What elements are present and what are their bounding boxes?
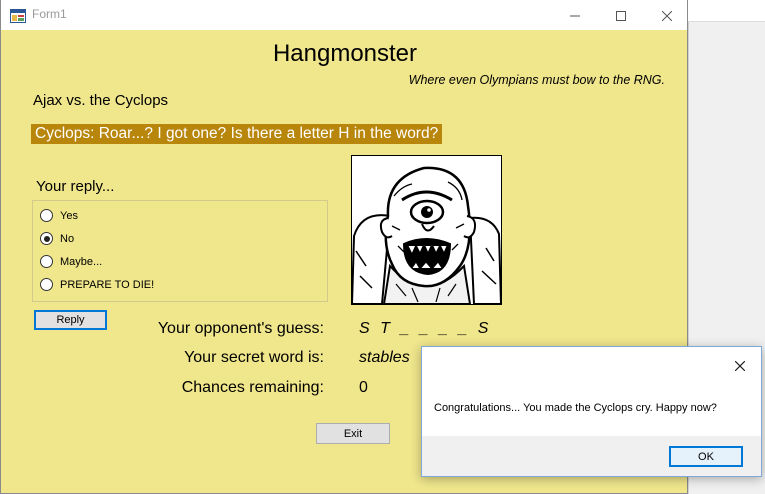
- chances-remaining-value: 0: [359, 379, 368, 396]
- secret-word-value: stables: [359, 349, 410, 366]
- page-title: Hangmonster: [272, 40, 418, 67]
- cyclops-portrait-image: [351, 155, 502, 305]
- message-box-footer: OK: [422, 436, 761, 476]
- secret-word-label: Your secret word is:: [184, 349, 324, 366]
- ok-button[interactable]: OK: [669, 446, 743, 467]
- message-box-text: Congratulations... You made the Cyclops …: [434, 402, 717, 414]
- radio-button-checked-icon: [40, 232, 53, 245]
- background-window-titlebar: [688, 0, 765, 22]
- radio-option-label: Yes: [60, 209, 78, 222]
- radio-option-maybe[interactable]: Maybe...: [40, 255, 102, 268]
- window-close-button[interactable]: [644, 0, 690, 30]
- close-icon: [661, 6, 673, 25]
- maximize-button[interactable]: [598, 0, 644, 30]
- radio-button-icon: [40, 255, 53, 268]
- reply-group-label: Your reply...: [36, 178, 115, 195]
- winforms-app-icon: [10, 8, 26, 23]
- chances-remaining-label: Chances remaining:: [181, 379, 324, 396]
- message-box-dialog: Congratulations... You made the Cyclops …: [421, 346, 762, 477]
- title-bar[interactable]: Form1: [1, 0, 687, 30]
- maximize-icon: [616, 6, 626, 25]
- radio-option-yes[interactable]: Yes: [40, 209, 78, 222]
- opponent-guess-label: Your opponent's guess:: [157, 320, 324, 337]
- radio-option-label: Maybe...: [60, 255, 103, 268]
- radio-button-icon: [40, 278, 53, 291]
- page-subtitle: Where even Olympians must bow to the RNG…: [408, 73, 665, 87]
- radio-option-no[interactable]: No: [40, 232, 74, 245]
- window-title: Form1: [32, 7, 67, 21]
- radio-option-label: No: [60, 232, 75, 245]
- opponent-guess-value: S T _ _ _ _ S: [359, 320, 492, 337]
- minimize-button[interactable]: [552, 0, 598, 30]
- exit-button[interactable]: Exit: [316, 423, 390, 444]
- message-box-close-button[interactable]: [725, 353, 755, 377]
- reply-options-group: Yes No Maybe... PREPARE TO DIE!: [32, 200, 328, 302]
- radio-button-icon: [40, 209, 53, 222]
- monster-speech-label: Cyclops: Roar...? I got one? Is there a …: [31, 124, 443, 144]
- minimize-icon: [570, 6, 580, 25]
- cyclops-portrait-icon: [352, 156, 501, 304]
- radio-option-prepare-to-die[interactable]: PREPARE TO DIE!: [40, 278, 154, 291]
- match-label: Ajax vs. the Cyclops: [33, 92, 169, 109]
- radio-option-label: PREPARE TO DIE!: [60, 278, 155, 291]
- close-icon: [734, 356, 746, 375]
